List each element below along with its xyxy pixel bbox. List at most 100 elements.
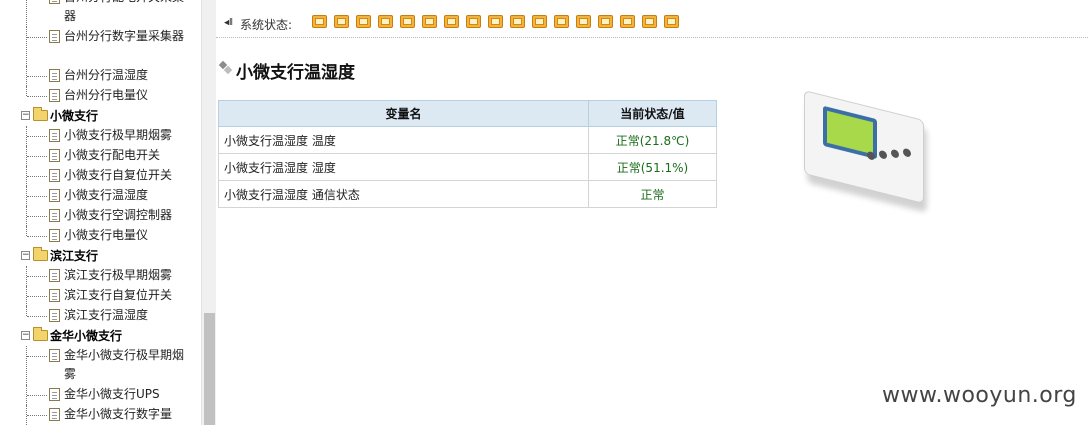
tree-item-label: 台州分行配电开关采集器 (64, 0, 184, 23)
status-light-icon[interactable] (575, 13, 591, 29)
tree-item-label: 小微支行空调控制器 (64, 208, 173, 222)
variable-value: 正常(51.1%) (588, 153, 717, 181)
status-light-icon[interactable] (509, 13, 525, 29)
document-icon (49, 408, 60, 421)
system-status-bar: ◂ıll 系统状态: (216, 12, 1088, 38)
collapse-icon[interactable]: − (21, 111, 30, 120)
tree-item-label: 台州分行温湿度 (64, 68, 149, 82)
tree-item-label: 小微支行极早期烟雾 (64, 128, 173, 142)
variables-table: 变量名 当前状态/值 小微支行温湿度 温度 正常(21.8℃) 小微支行温湿度 … (218, 100, 717, 208)
tree-item-label: 金华小微支行数字量 (64, 407, 173, 421)
watermark: www.wooyun.org (882, 383, 1077, 408)
tree-item-label: 滨江支行极早期烟雾 (64, 268, 173, 282)
document-icon (49, 289, 60, 302)
tree-item[interactable]: 滨江支行极早期烟雾 (0, 266, 201, 286)
document-icon (49, 229, 60, 242)
status-light-icon[interactable] (597, 13, 613, 29)
folder-open-icon (33, 247, 48, 261)
tree-item[interactable]: 台州分行温湿度 (0, 66, 201, 86)
status-light-icon[interactable] (399, 13, 415, 29)
document-icon (49, 0, 60, 4)
tree-item[interactable]: 台州分行电量仪 (0, 86, 201, 106)
status-label: 系统状态: (240, 18, 293, 32)
status-light-icon[interactable] (531, 13, 547, 29)
tree-group-xiaowei[interactable]: − 小微支行 (0, 106, 201, 126)
folder-open-icon (33, 107, 48, 121)
tree-item[interactable]: 金华小微支行数字量 (0, 405, 201, 425)
thermo-hygrometer-device-image (796, 90, 936, 209)
document-icon (49, 269, 60, 282)
device-button (879, 149, 887, 160)
status-light-icon[interactable] (487, 13, 503, 29)
variable-name: 小微支行温湿度 湿度 (218, 153, 589, 181)
document-icon (49, 149, 60, 162)
folder-open-icon (33, 327, 48, 341)
status-light-icon[interactable] (663, 13, 679, 29)
tree-item-label: 小微支行自复位开关 (64, 168, 173, 182)
device-button (903, 147, 911, 158)
tree-group-label: 小微支行 (50, 109, 99, 123)
collapse-icon[interactable]: − (21, 331, 30, 340)
tree-item-label: 台州分行数字量采集器 (64, 29, 185, 43)
tree-item-label: 小微支行电量仪 (64, 228, 149, 242)
status-light-icon[interactable] (443, 13, 459, 29)
tree-item[interactable]: 小微支行空调控制器 (0, 206, 201, 226)
tree-item[interactable]: 小微支行极早期烟雾 (0, 126, 201, 146)
tree-group-jinhua[interactable]: − 金华小微支行 (0, 326, 201, 346)
document-icon (49, 189, 60, 202)
tree-group-label: 金华小微支行 (50, 329, 123, 343)
tree-item[interactable]: 小微支行配电开关 (0, 146, 201, 166)
tree-item[interactable]: 台州分行数字量采集器 (0, 27, 201, 66)
status-lights (311, 13, 679, 29)
tree-item[interactable]: 滨江支行温湿度 (0, 306, 201, 326)
tree-group-binjiang[interactable]: − 滨江支行 (0, 246, 201, 266)
table-header-row: 变量名 当前状态/值 (218, 100, 717, 127)
status-light-icon[interactable] (355, 13, 371, 29)
status-light-icon[interactable] (377, 13, 393, 29)
tree-item[interactable]: 金华小微支行UPS (0, 385, 201, 405)
tree-scrollbar[interactable] (201, 0, 216, 425)
device-body (804, 90, 924, 204)
collapse-icon[interactable]: − (21, 251, 30, 260)
document-icon (49, 309, 60, 322)
variable-value: 正常 (588, 180, 717, 208)
variable-value: 正常(21.8℃) (588, 126, 717, 154)
document-icon (49, 30, 60, 43)
tree-item[interactable]: 金华小微支行极早期烟雾 (0, 346, 201, 385)
status-light-icon[interactable] (311, 13, 327, 29)
scrollbar-thumb[interactable] (204, 313, 215, 425)
tree-item[interactable]: 小微支行温湿度 (0, 186, 201, 206)
tree-item[interactable]: 滨江支行自复位开关 (0, 286, 201, 306)
document-icon (49, 89, 60, 102)
status-light-icon[interactable] (553, 13, 569, 29)
document-icon (49, 349, 60, 362)
tree-item-label: 金华小微支行极早期烟雾 (64, 348, 185, 381)
tree-item[interactable]: 台州分行配电开关采集器 (0, 0, 201, 27)
page-title: 小微支行温湿度 (236, 63, 355, 83)
document-icon (49, 169, 60, 182)
column-header-value: 当前状态/值 (588, 100, 717, 127)
document-icon (49, 209, 60, 222)
tree-item-label: 台州分行电量仪 (64, 88, 149, 102)
device-button (891, 148, 899, 159)
table-row: 小微支行温湿度 温度 正常(21.8℃) (218, 126, 717, 154)
tree-item[interactable]: 小微支行自复位开关 (0, 166, 201, 186)
diamond-bullet-icon (218, 60, 234, 76)
variable-name: 小微支行温湿度 通信状态 (218, 180, 589, 208)
tree-item-label: 小微支行配电开关 (64, 148, 161, 162)
tree-content: 台州分行配电开关采集器 台州分行数字量采集器 台州分行温湿度 台州分行电量仪 −… (0, 0, 201, 425)
status-light-icon[interactable] (465, 13, 481, 29)
variable-name: 小微支行温湿度 温度 (218, 126, 589, 154)
device-tree: 台州分行配电开关采集器 台州分行数字量采集器 台州分行温湿度 台州分行电量仪 −… (0, 0, 201, 425)
status-light-icon[interactable] (619, 13, 635, 29)
signal-icon: ◂ıll (224, 18, 233, 28)
status-light-icon[interactable] (333, 13, 349, 29)
document-icon (49, 129, 60, 142)
tree-item-label: 金华小微支行UPS (64, 387, 160, 401)
status-light-icon[interactable] (641, 13, 657, 29)
tree-item-label: 小微支行温湿度 (64, 188, 149, 202)
table-row: 小微支行温湿度 湿度 正常(51.1%) (218, 153, 717, 181)
tree-item[interactable]: 小微支行电量仪 (0, 226, 201, 246)
document-icon (49, 388, 60, 401)
status-light-icon[interactable] (421, 13, 437, 29)
